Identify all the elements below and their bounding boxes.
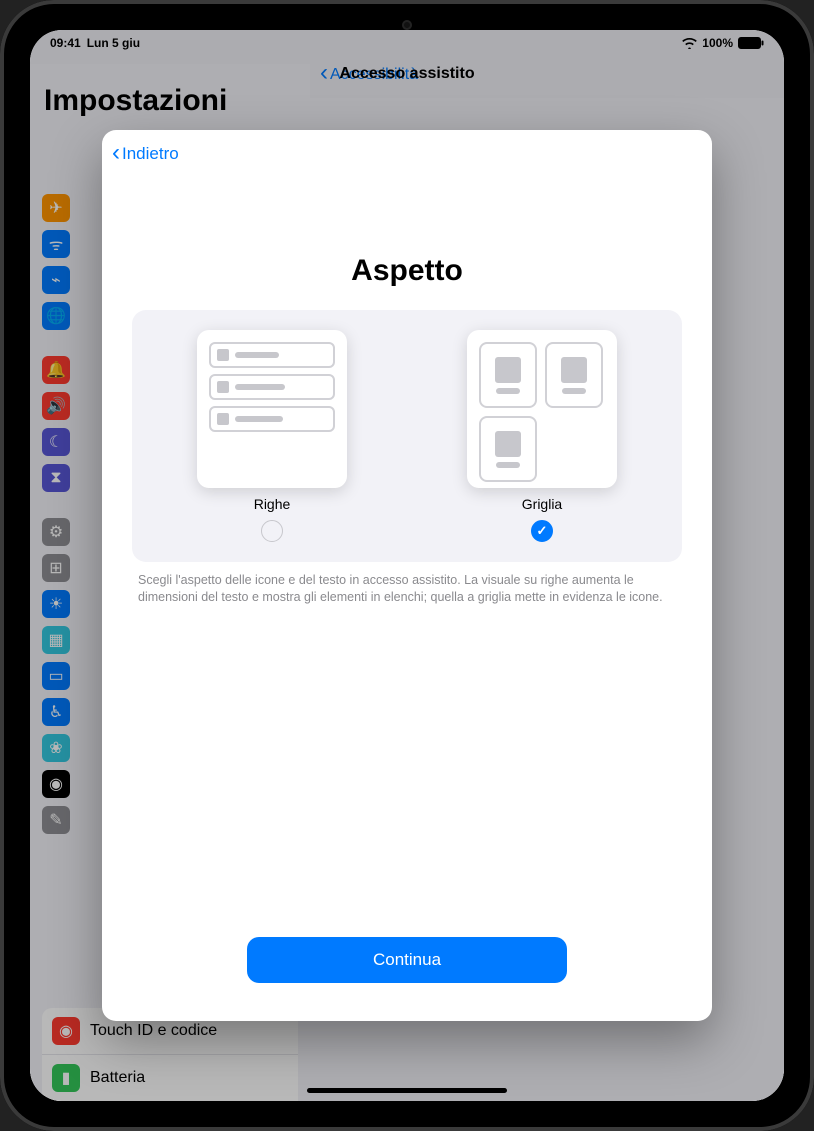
sheet-title: Aspetto xyxy=(351,254,463,288)
home-indicator[interactable] xyxy=(307,1088,507,1093)
option-grid-radio[interactable] xyxy=(531,520,553,542)
sheet-back-button[interactable]: ‹ Indietro xyxy=(112,144,179,165)
appearance-setup-sheet: ‹ Indietro Aspetto Righe xyxy=(102,130,712,1021)
appearance-options-panel: Righe Griglia xyxy=(132,310,682,562)
rows-layout-preview xyxy=(197,330,347,488)
ipad-device-frame: 09:41 Lun 5 giu 100% ‹ Accessibilità xyxy=(0,0,814,1131)
option-grid-label: Griglia xyxy=(522,496,562,512)
appearance-helper-text: Scegli l'aspetto delle icone e del testo… xyxy=(132,562,682,606)
continue-button[interactable]: Continua xyxy=(247,937,567,983)
appearance-option-grid[interactable]: Griglia xyxy=(422,330,662,542)
appearance-option-rows[interactable]: Righe xyxy=(152,330,392,542)
sheet-back-label: Indietro xyxy=(122,144,179,164)
front-camera xyxy=(402,20,412,30)
sheet-nav-bar: ‹ Indietro xyxy=(102,130,712,178)
option-rows-label: Righe xyxy=(254,496,291,512)
option-rows-radio[interactable] xyxy=(261,520,283,542)
grid-layout-preview xyxy=(467,330,617,488)
screen: 09:41 Lun 5 giu 100% ‹ Accessibilità xyxy=(30,30,784,1101)
chevron-left-icon: ‹ xyxy=(112,141,120,165)
